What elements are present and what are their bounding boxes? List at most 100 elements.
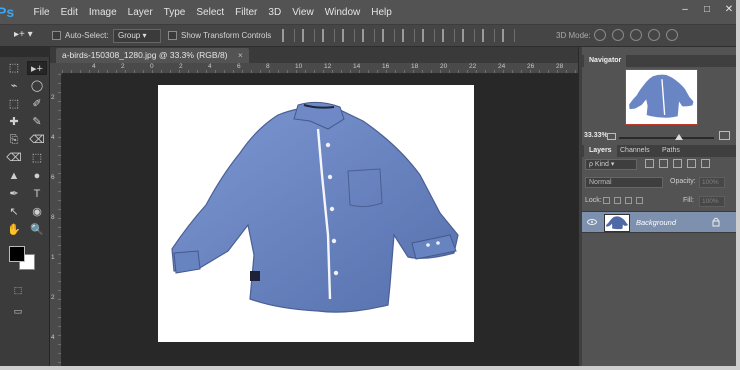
crop-tool-icon[interactable]: ⬚	[4, 97, 24, 111]
screen-mode-icon[interactable]: ▭	[8, 304, 28, 318]
filter-type-icon[interactable]	[673, 159, 682, 168]
align-bottom-icon[interactable]	[322, 29, 335, 42]
type-tool-icon[interactable]: T	[27, 187, 47, 201]
maximize-button[interactable]: □	[696, 0, 718, 20]
tab-paths[interactable]: Paths	[657, 145, 685, 157]
ruler-h-tick: 22	[469, 63, 477, 70]
document-canvas[interactable]	[158, 85, 474, 342]
ellipse-tool-icon[interactable]: ◉	[27, 205, 47, 219]
tab-channels[interactable]: Channels	[615, 145, 655, 157]
auto-select-target-dropdown[interactable]: Group ▾	[113, 29, 161, 43]
menu-view[interactable]: View	[287, 0, 320, 25]
menu-file[interactable]: File	[28, 0, 55, 25]
blend-mode-dropdown[interactable]: Normal	[585, 177, 663, 188]
menu-help[interactable]: Help	[366, 0, 398, 25]
lock-position-icon[interactable]	[625, 197, 632, 204]
menu-type[interactable]: Type	[158, 0, 191, 25]
layer-thumbnail	[604, 214, 630, 232]
eyedropper-tool-icon[interactable]: ✐	[27, 97, 47, 111]
menu-layer[interactable]: Layer	[122, 0, 158, 25]
zoom-in-icon[interactable]	[719, 131, 730, 140]
marquee-tool-icon[interactable]: ⬚	[4, 61, 24, 75]
quick-select-tool-icon[interactable]: ◯	[27, 79, 47, 93]
ruler-origin[interactable]	[50, 63, 62, 74]
3d-slide-icon[interactable]	[648, 29, 660, 41]
horizontal-ruler[interactable]: 4 2 0 2 4 6 8 10 12 14 16 18 20 22 24 26 28	[62, 63, 578, 74]
document-tab[interactable]: a-birds-150308_1280.jpg @ 33.3% (RGB/8) …	[56, 48, 249, 63]
opacity-field[interactable]: 100%	[699, 177, 725, 188]
navigator-zoom-value[interactable]: 33.33%	[584, 132, 608, 139]
align-right-icon[interactable]	[382, 29, 395, 42]
close-document-icon[interactable]: ×	[238, 50, 243, 60]
3d-pan-icon[interactable]	[630, 29, 642, 41]
align-hcenter-icon[interactable]	[362, 29, 375, 42]
align-top-icon[interactable]	[282, 29, 295, 42]
lock-transparency-icon[interactable]	[603, 197, 610, 204]
layer-name[interactable]: Background	[636, 218, 676, 227]
vertical-ruler[interactable]: 2 4 6 8 1 2 4	[50, 74, 62, 370]
visibility-eye-icon[interactable]	[587, 219, 597, 225]
blur-tool-icon[interactable]: ▲	[4, 169, 24, 183]
canvas-area[interactable]	[62, 74, 578, 370]
hand-tool-icon[interactable]: ✋	[4, 223, 24, 237]
path-selection-tool-icon[interactable]: ↖	[4, 205, 24, 219]
auto-select-checkbox[interactable]	[52, 31, 61, 40]
lasso-tool-icon[interactable]: ⌁	[4, 79, 24, 93]
filter-pixel-icon[interactable]	[645, 159, 654, 168]
layers-list-empty-area[interactable]	[582, 233, 740, 370]
menu-edit[interactable]: Edit	[55, 0, 83, 25]
ruler-h-tick: 16	[382, 63, 390, 70]
close-button[interactable]: ✕	[718, 0, 740, 20]
zoom-out-icon[interactable]	[607, 133, 616, 140]
filter-adjustment-icon[interactable]	[659, 159, 668, 168]
distribute-right-icon[interactable]	[502, 29, 515, 42]
brush-tool-icon[interactable]: ✎	[27, 115, 47, 129]
minimize-button[interactable]: –	[674, 0, 696, 20]
3d-rotate-icon[interactable]	[594, 29, 606, 41]
distribute-hcenter-icon[interactable]	[482, 29, 495, 42]
filter-smart-object-icon[interactable]	[701, 159, 710, 168]
clone-stamp-tool-icon[interactable]: ⎘	[4, 133, 24, 147]
filter-shape-icon[interactable]	[687, 159, 696, 168]
distribute-bottom-icon[interactable]	[442, 29, 455, 42]
layer-row-background[interactable]: Background	[582, 211, 740, 233]
3d-scale-icon[interactable]	[666, 29, 678, 41]
pen-tool-icon[interactable]: ✒	[4, 187, 24, 201]
menu-window[interactable]: Window	[319, 0, 366, 25]
menu-3d[interactable]: 3D	[263, 0, 287, 25]
zoom-tool-icon[interactable]: 🔍	[27, 223, 47, 237]
ruler-v-tick: 4	[51, 334, 55, 341]
ruler-h-tick: 2	[179, 63, 183, 70]
show-transform-checkbox[interactable]	[168, 31, 177, 40]
menu-image[interactable]: Image	[83, 0, 122, 25]
zoom-slider-knob[interactable]	[675, 134, 683, 140]
menu-select[interactable]: Select	[191, 0, 230, 25]
lock-pixels-icon[interactable]	[614, 197, 621, 204]
navigator-zoom-slider[interactable]	[619, 134, 714, 140]
distribute-left-icon[interactable]	[462, 29, 475, 42]
3d-roll-icon[interactable]	[612, 29, 624, 41]
foreground-color-swatch[interactable]	[9, 246, 25, 262]
lock-all-icon[interactable]	[636, 197, 643, 204]
quick-mask-icon[interactable]: ⬚	[8, 283, 28, 297]
navigator-preview[interactable]	[625, 69, 698, 125]
tab-navigator[interactable]: Navigator	[584, 55, 627, 67]
gradient-tool-icon[interactable]: ⬚	[27, 151, 47, 165]
tab-layers[interactable]: Layers	[584, 145, 617, 157]
distribute-vcenter-icon[interactable]	[422, 29, 435, 42]
ruler-v-tick: 1	[51, 254, 55, 261]
layer-kind-filter[interactable]: ρ Kind ▾	[585, 159, 637, 170]
document-tab-bar: a-birds-150308_1280.jpg @ 33.3% (RGB/8) …	[50, 47, 578, 63]
menu-filter[interactable]: Filter	[230, 0, 263, 25]
align-vcenter-icon[interactable]	[302, 29, 315, 42]
tools-panel-header[interactable]	[0, 47, 50, 57]
fill-field[interactable]: 100%	[699, 196, 725, 207]
dodge-tool-icon[interactable]: ●	[27, 169, 47, 183]
distribute-top-icon[interactable]	[402, 29, 415, 42]
move-tool-icon[interactable]: ▸+	[27, 61, 47, 75]
move-tool-icon[interactable]: ▸+ ▾	[14, 29, 33, 40]
history-brush-tool-icon[interactable]: ⌫	[27, 133, 47, 147]
eraser-tool-icon[interactable]: ⌫	[4, 151, 24, 165]
align-left-icon[interactable]	[342, 29, 355, 42]
healing-brush-tool-icon[interactable]: ✚	[4, 115, 24, 129]
